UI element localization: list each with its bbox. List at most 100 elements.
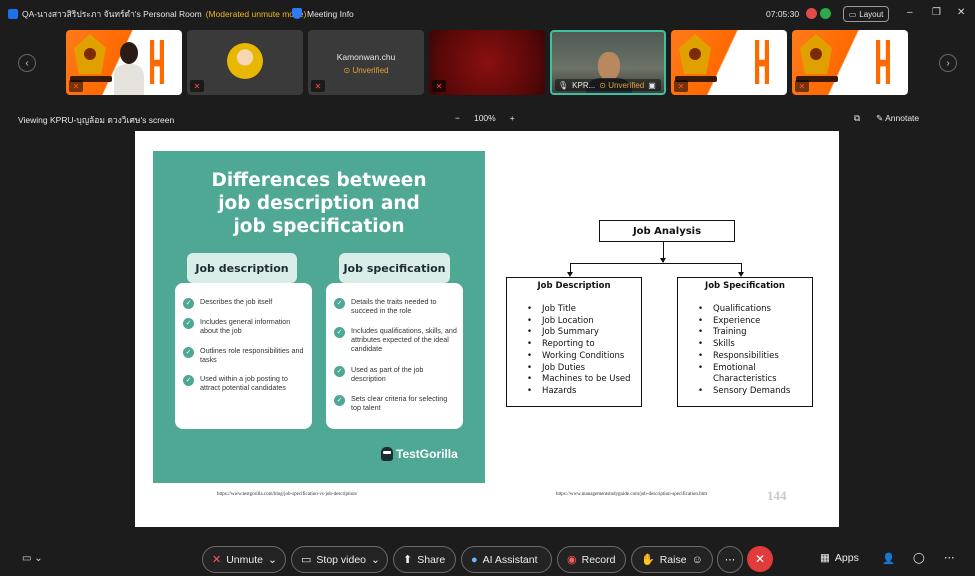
unmute-label: Unmute — [226, 553, 263, 566]
meeting-info-label: Meeting Info — [307, 8, 354, 19]
raise-hand-button[interactable]: ✋ Raise ☺ — [631, 546, 713, 573]
infographic-title-line: Differences between — [211, 170, 427, 191]
list-item-text: Outlines role responsibilities and tasks — [200, 346, 304, 364]
check-icon: ✓ — [183, 318, 194, 329]
room-name: QA-นางสาวสิริประภา จันทร์ดำ's Personal R… — [22, 9, 202, 19]
chat-icon[interactable]: ◯ — [913, 552, 925, 564]
list-item: Job Location — [527, 316, 641, 328]
video-icon: ▣ — [648, 80, 656, 90]
job-description-box: Job Description Job Title Job Location J… — [506, 277, 642, 407]
participant-tile[interactable]: ✕ — [792, 30, 908, 95]
recording-indicator-icon — [806, 8, 817, 19]
more-icon: ⋯ — [724, 553, 736, 566]
muted-mic-icon: ✕ — [311, 80, 325, 92]
chevron-down-icon[interactable]: ⌄ — [268, 554, 277, 566]
job-specification-list: Qualifications Experience Training Skill… — [678, 304, 812, 398]
list-item: Skills — [698, 339, 812, 351]
participants-icon[interactable]: 👤 — [882, 552, 895, 565]
list-item-text: Details the traits needed to succeed in … — [351, 297, 437, 315]
apps-button[interactable]: ▦ Apps — [820, 552, 859, 564]
shared-screen: Differences between job description and … — [135, 131, 839, 527]
filmstrip-next-button[interactable]: › — [939, 54, 957, 72]
university-crest-icon — [800, 34, 832, 74]
record-icon: ◉ — [567, 554, 577, 566]
ai-assistant-label: AI Assistant — [482, 553, 538, 566]
meeting-toolbar: ▭ ⌄ ✕ Unmute ⌄ ▭ Stop video ⌄ ⬆ Share ● … — [0, 546, 975, 576]
list-item: ✓ Outlines role responsibilities and task… — [183, 346, 308, 364]
list-item: Machines to be Used — [527, 374, 641, 386]
more-icon[interactable]: ⋯ — [944, 552, 955, 564]
unverified-label: Unverified — [608, 80, 645, 90]
pen-icon: ✎ — [876, 113, 884, 123]
zoom-out-button[interactable]: − — [455, 113, 460, 123]
more-options-button[interactable]: ⋯ — [717, 546, 743, 573]
participant-name: Kamonwan.chu — [336, 52, 396, 62]
close-icon[interactable]: ✕ — [957, 7, 965, 18]
meeting-window: QA-นางสาวสิริประภา จันทร์ดำ's Personal R… — [0, 0, 975, 576]
stop-video-button[interactable]: ▭ Stop video ⌄ — [291, 546, 388, 573]
job-description-list: Job Title Job Location Job Summary Repor… — [507, 304, 641, 398]
layout-button[interactable]: ▭ Layout — [843, 6, 889, 22]
zoom-controls: − 100% + — [455, 113, 515, 123]
participant-face — [598, 52, 620, 80]
muted-mic-icon: ✕ — [212, 554, 222, 566]
list-item: Emotional Characteristics — [698, 363, 812, 386]
layout-label: Layout — [859, 9, 884, 19]
list-item: ✓ Used as part of the job description — [334, 365, 459, 383]
slide-page-number: 144 — [767, 488, 787, 503]
muted-mic-icon: ✕ — [69, 80, 83, 92]
check-icon: ✓ — [183, 298, 194, 309]
participant-tile[interactable]: ✕ — [187, 30, 303, 95]
university-crest-icon — [679, 34, 711, 74]
ai-assistant-button[interactable]: ● AI Assistant — [461, 546, 552, 573]
captions-icon: ▭ — [22, 553, 32, 564]
zoom-in-button[interactable]: + — [510, 113, 515, 123]
webex-logo-icon — [8, 9, 18, 19]
participant-tile[interactable]: ✕ — [671, 30, 787, 95]
list-item: ✓ Details the traits needed to succeed in… — [334, 297, 459, 315]
logo-letter-shape — [755, 40, 769, 84]
participant-tile-active-speaker[interactable]: 🎙 KPR... ⊙ Unverified ▣ — [550, 30, 666, 95]
logo-letter-shape — [876, 40, 890, 84]
annotate-button[interactable]: ✎ Annotate — [876, 113, 919, 124]
reactions-icon[interactable]: ☺ — [692, 554, 703, 566]
job-specification-heading: Job specification — [339, 253, 450, 283]
share-button[interactable]: ⬆ Share — [393, 546, 456, 573]
list-item-text: Includes general information about the j… — [200, 317, 291, 335]
meeting-info-button[interactable]: Meeting Info — [292, 8, 354, 19]
testgorilla-logo: TestGorilla — [381, 447, 458, 461]
list-item-text: Sets clear criteria for selecting top ta… — [351, 394, 448, 412]
leave-meeting-button[interactable]: ✕ — [747, 546, 773, 572]
captions-button[interactable]: ▭ ⌄ — [22, 553, 43, 564]
list-item: Training — [698, 327, 812, 339]
list-item: Job Duties — [527, 363, 641, 375]
testgorilla-infographic: Differences between job description and … — [153, 151, 485, 483]
participant-tile[interactable]: Kamonwan.chu ⊙ Unverified ✕ — [308, 30, 424, 95]
participant-tile[interactable]: ✕ — [66, 30, 182, 95]
chevron-down-icon[interactable]: ⌄ — [371, 554, 380, 566]
check-icon: ✓ — [334, 395, 345, 406]
check-icon: ✓ — [183, 347, 194, 358]
infographic-title-line: job description and — [218, 193, 420, 214]
filmstrip-prev-button[interactable]: ‹ — [18, 54, 36, 72]
stop-video-label: Stop video — [316, 553, 367, 566]
layout-icon: ▭ — [848, 9, 857, 19]
ai-assistant-icon: ● — [471, 553, 478, 566]
list-item-text: Includes qualifications, skills, and att… — [351, 326, 457, 353]
minimize-icon[interactable]: – — [907, 7, 913, 18]
list-item: ✓ Includes qualifications, skills, and at… — [334, 326, 459, 353]
participant-tile[interactable]: ✕ — [429, 30, 545, 95]
logo-letter-shape — [150, 40, 164, 84]
list-item: Qualifications — [698, 304, 812, 316]
annotate-label: Annotate — [885, 113, 920, 123]
record-button[interactable]: ◉ Record — [557, 546, 626, 573]
list-item: Working Conditions — [527, 351, 641, 363]
participant-name: KPR... — [572, 80, 596, 90]
muted-mic-icon: ✕ — [190, 80, 204, 92]
unmute-button[interactable]: ✕ Unmute ⌄ — [202, 546, 286, 573]
pop-out-icon[interactable]: ⧉ — [854, 113, 860, 124]
shield-icon — [292, 8, 302, 19]
check-icon: ✓ — [334, 327, 345, 338]
infographic-title: Differences between job description and … — [153, 169, 485, 238]
restore-icon[interactable]: ❐ — [932, 7, 941, 18]
